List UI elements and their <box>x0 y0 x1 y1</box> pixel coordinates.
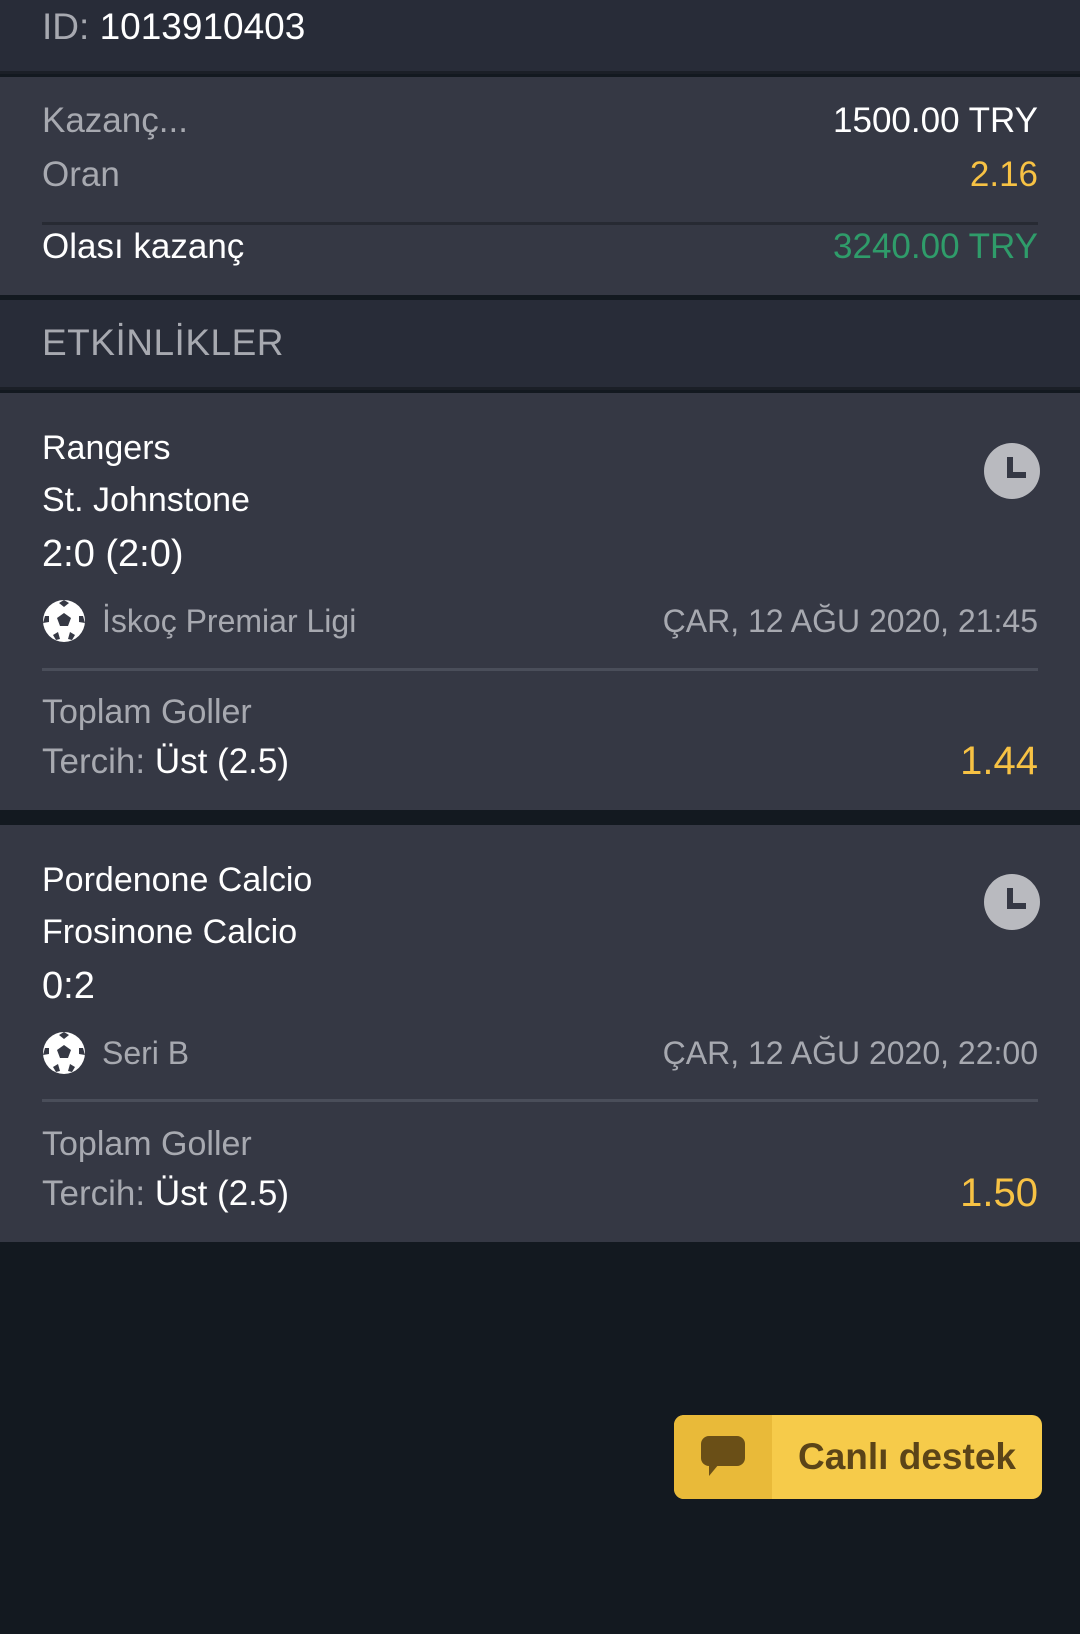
chat-bubble-icon <box>674 1415 772 1499</box>
pick-label: Tercih: <box>42 741 146 781</box>
away-team: Frosinone Calcio <box>42 913 298 951</box>
bet-id: ID: 1013910403 <box>42 6 305 48</box>
pick-value: Üst (2.5) <box>154 741 290 781</box>
summary-divider <box>42 222 1038 225</box>
bet-id-bar: ID: 1013910403 <box>0 0 1080 74</box>
potential-win-label: Olası kazanç <box>42 227 245 266</box>
potential-win-row: Olası kazanç 3240.00 TRY <box>42 227 1038 267</box>
league-name: İskoç Premiar Ligi <box>102 602 357 639</box>
event-datetime: ÇAR, 12 AĞU 2020, 21:45 <box>662 602 1038 639</box>
league-row: İskoç Premiar Ligi ÇAR, 12 AĞU 2020, 21:… <box>42 599 1038 643</box>
events-section-title: ETKİNLİKLER <box>42 322 284 363</box>
match-score: 2:0 (2:0) <box>42 533 184 575</box>
bet-id-label: ID: <box>42 6 90 47</box>
stake-label: Kazanç... <box>42 101 188 140</box>
bet-summary: Kazanç... 1500.00 TRY Oran 2.16 Olası ka… <box>0 77 1080 295</box>
away-team: St. Johnstone <box>42 481 250 519</box>
pick-row: Tercih: Üst (2.5) 1.50 <box>42 1171 1038 1216</box>
home-team: Pordenone Calcio <box>42 861 313 899</box>
home-team: Rangers <box>42 429 171 467</box>
odds-label: Oran <box>42 155 120 194</box>
stake-row: Kazanç... 1500.00 TRY <box>42 101 1038 141</box>
pick-value: Üst (2.5) <box>154 1173 290 1213</box>
bet-id-value: 1013910403 <box>99 6 306 47</box>
clock-icon <box>984 874 1040 930</box>
live-support-button[interactable]: Canlı destek <box>674 1415 1042 1499</box>
events-section-header: ETKİNLİKLER <box>0 300 1080 390</box>
selection-odd: 1.44 <box>960 739 1038 783</box>
league-name: Seri B <box>102 1034 190 1071</box>
odds-value: 2.16 <box>969 155 1038 194</box>
match-score: 0:2 <box>42 965 95 1007</box>
stake-value: 1500.00 TRY <box>833 101 1038 140</box>
pick-row: Tercih: Üst (2.5) 1.44 <box>42 739 1038 784</box>
market-name: Toplam Goller <box>42 693 252 731</box>
clock-icon <box>984 443 1040 499</box>
odds-row: Oran 2.16 <box>42 155 1038 195</box>
league-row: Seri B ÇAR, 12 AĞU 2020, 22:00 <box>42 1031 1038 1075</box>
event-card: Pordenone Calcio Frosinone Calcio 0:2 Se… <box>0 825 1080 1242</box>
soccer-ball-icon <box>43 600 85 642</box>
soccer-ball-icon <box>43 1032 85 1074</box>
market-name: Toplam Goller <box>42 1125 252 1163</box>
event-divider <box>42 1099 1038 1102</box>
live-support-label: Canlı destek <box>798 1436 1016 1477</box>
pick-label: Tercih: <box>42 1173 146 1213</box>
event-datetime: ÇAR, 12 AĞU 2020, 22:00 <box>662 1034 1038 1071</box>
event-card: Rangers St. Johnstone 2:0 (2:0) İskoç Pr… <box>0 393 1080 810</box>
event-divider <box>42 668 1038 671</box>
potential-win-value: 3240.00 TRY <box>833 227 1038 266</box>
selection-odd: 1.50 <box>960 1171 1038 1215</box>
